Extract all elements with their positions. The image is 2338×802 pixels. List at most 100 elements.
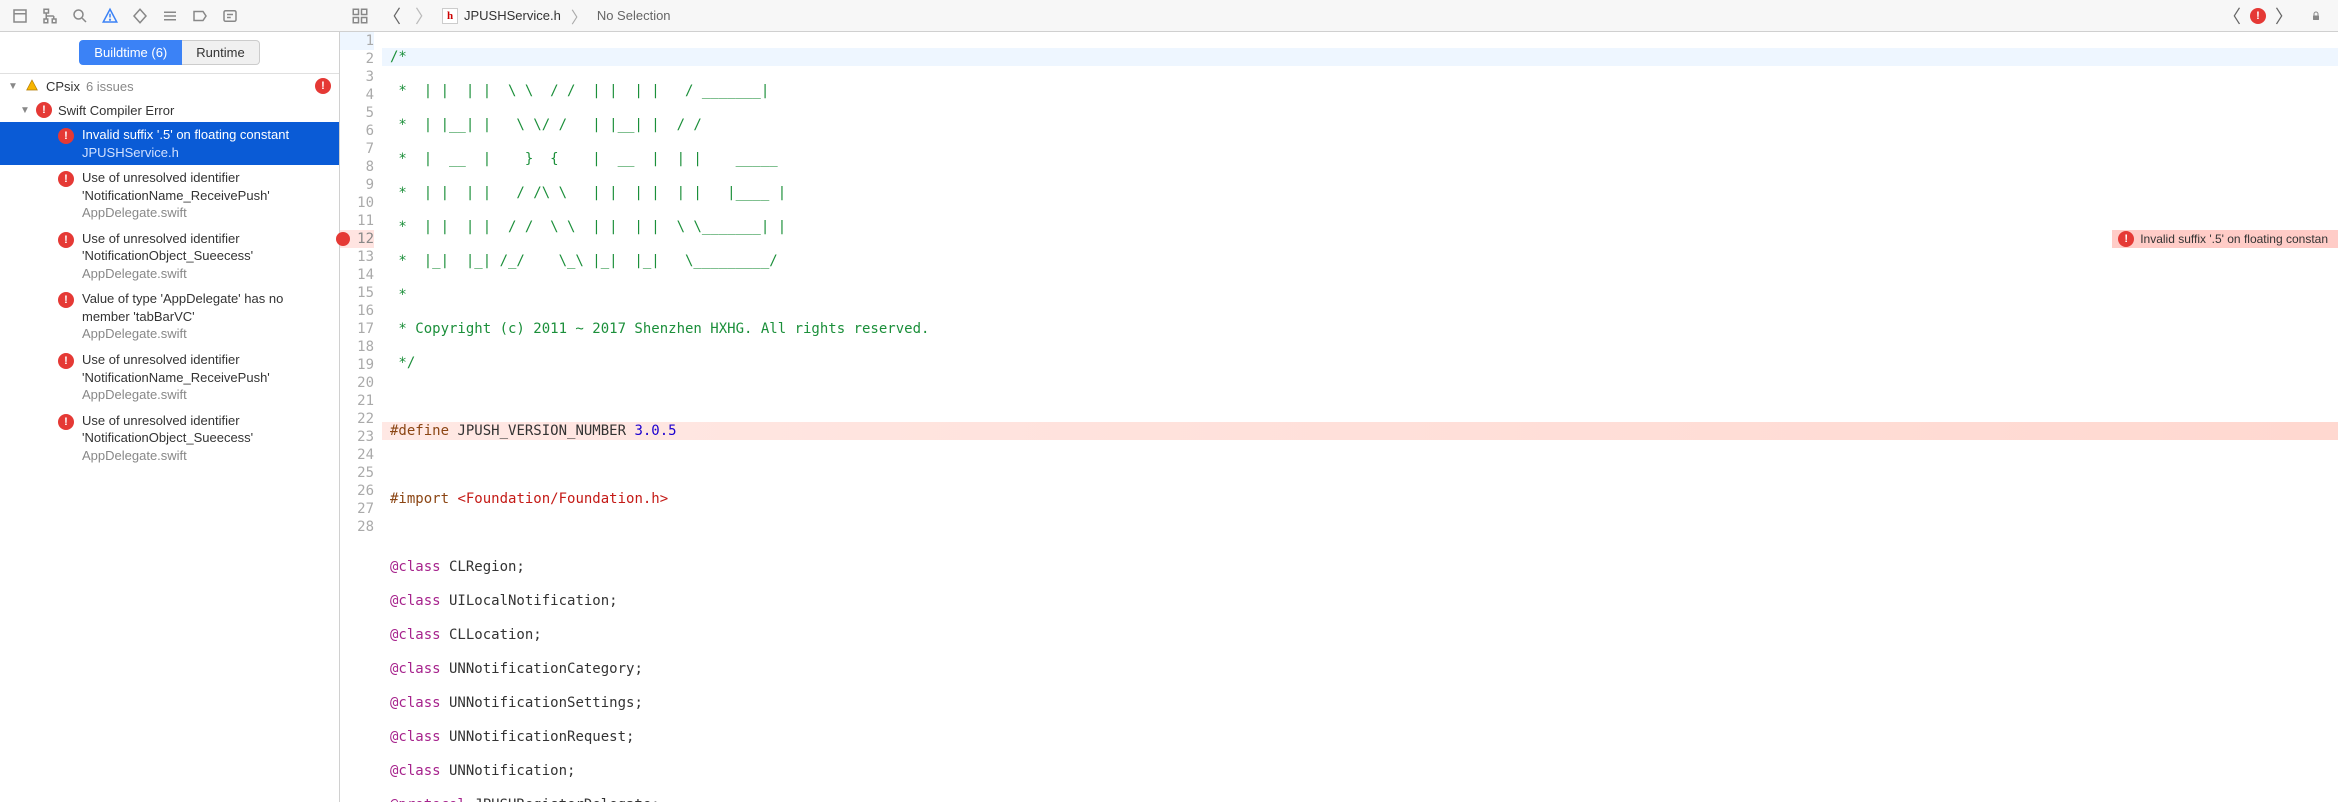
disclosure-triangle-icon[interactable]: ▼ xyxy=(8,81,18,92)
issue-item[interactable]: ! Use of unresolved identifier 'Notificat… xyxy=(0,408,339,469)
inline-error-text: Invalid suffix '.5' on floating constan xyxy=(2140,232,2328,246)
error-icon: ! xyxy=(36,102,52,118)
error-icon: ! xyxy=(2118,231,2134,247)
issue-item[interactable]: ! Use of unresolved identifier 'Notificat… xyxy=(0,347,339,408)
issue-tree: ▼ CPsix 6 issues ! ▼ ! Swift Compiler Er… xyxy=(0,74,339,802)
line-number: 11 xyxy=(340,212,374,230)
buildtime-tab[interactable]: Buildtime (6) xyxy=(79,40,182,65)
prev-issue-button[interactable]: 〈 xyxy=(2218,4,2246,28)
issue-item[interactable]: ! Use of unresolved identifier 'Notificat… xyxy=(0,226,339,287)
issue-file: JPUSHService.h xyxy=(82,144,289,162)
nav-breakpoints-icon[interactable] xyxy=(186,4,214,28)
issue-file: AppDelegate.swift xyxy=(82,325,331,343)
issue-file: AppDelegate.swift xyxy=(82,386,331,404)
nav-search-icon[interactable] xyxy=(66,4,94,28)
issue-message: Use of unresolved identifier 'Notificati… xyxy=(82,412,331,447)
nav-back-button[interactable]: 〈 xyxy=(378,4,406,28)
issue-message: Use of unresolved identifier 'Notificati… xyxy=(82,169,331,204)
nav-hierarchy-icon[interactable] xyxy=(36,4,64,28)
line-number: 6 xyxy=(340,122,374,140)
code-line: * | | | | / / \ \ | | | | \ \_______| | xyxy=(390,219,786,235)
code-area[interactable]: /* * | | | | \ \ / / | | | | / _______| … xyxy=(382,32,2338,802)
code-line: * | __ | } { | __ | | | _____ xyxy=(390,151,778,167)
line-number: 25 xyxy=(340,464,374,482)
line-number: 10 xyxy=(340,194,374,212)
code-line: * | |__| | \ \/ / | |__| | / / xyxy=(390,117,702,133)
error-icon: ! xyxy=(58,232,74,248)
group-title: Swift Compiler Error xyxy=(58,103,174,118)
code-line: /* xyxy=(390,49,407,65)
disclosure-triangle-icon[interactable]: ▼ xyxy=(20,105,30,116)
code-line: * | | | | / /\ \ | | | | | | |____ | xyxy=(390,185,786,201)
line-number: 15 xyxy=(340,284,374,302)
issue-count: 6 issues xyxy=(86,79,134,94)
line-number: 5 xyxy=(340,104,374,122)
nav-tests-icon[interactable] xyxy=(126,4,154,28)
line-number: 12 xyxy=(340,230,374,248)
error-indicator-icon[interactable]: ! xyxy=(2250,8,2266,24)
issue-file: AppDelegate.swift xyxy=(82,265,331,283)
line-number: 13 xyxy=(340,248,374,266)
error-icon: ! xyxy=(58,292,74,308)
runtime-tab[interactable]: Runtime xyxy=(182,40,259,65)
error-icon: ! xyxy=(58,128,74,144)
error-icon: ! xyxy=(58,414,74,430)
nav-issues-icon[interactable] xyxy=(96,4,124,28)
breadcrumb-selection: No Selection xyxy=(597,8,671,23)
issue-message: Use of unresolved identifier 'Notificati… xyxy=(82,230,331,265)
issues-sidebar: Buildtime (6) Runtime ▼ CPsix 6 issues !… xyxy=(0,32,340,802)
inline-error-banner[interactable]: ! Invalid suffix '.5' on floating consta… xyxy=(2112,230,2338,248)
issue-item[interactable]: ! Value of type 'AppDelegate' has no memb… xyxy=(0,286,339,347)
line-number: 14 xyxy=(340,266,374,284)
project-name: CPsix xyxy=(46,79,80,94)
nav-files-icon[interactable] xyxy=(6,4,34,28)
line-number: 18 xyxy=(340,338,374,356)
line-number: 7 xyxy=(340,140,374,158)
issue-item[interactable]: ! Use of unresolved identifier 'Notificat… xyxy=(0,165,339,226)
code-editor[interactable]: 1234567891011121314151617181920212223242… xyxy=(340,32,2338,802)
breadcrumb-file: JPUSHService.h xyxy=(464,8,561,23)
project-error-badge: ! xyxy=(315,78,331,94)
nav-logs-icon[interactable] xyxy=(216,4,244,28)
line-number: 20 xyxy=(340,374,374,392)
line-number: 8 xyxy=(340,158,374,176)
lock-icon[interactable] xyxy=(2302,4,2330,28)
error-line[interactable]: #define JPUSH_VERSION_NUMBER 3.0.5 xyxy=(382,422,2338,440)
line-number: 28 xyxy=(340,518,374,536)
line-number: 23 xyxy=(340,428,374,446)
line-number: 4 xyxy=(340,86,374,104)
issue-message: Invalid suffix '.5' on floating constant xyxy=(82,126,289,144)
nav-forward-button[interactable]: 〉 xyxy=(410,4,438,28)
line-number: 1 xyxy=(340,32,374,50)
line-number: 17 xyxy=(340,320,374,338)
line-number: 27 xyxy=(340,500,374,518)
issue-message: Use of unresolved identifier 'Notificati… xyxy=(82,351,331,386)
error-icon: ! xyxy=(58,353,74,369)
issue-file: AppDelegate.swift xyxy=(82,447,331,465)
line-number: 19 xyxy=(340,356,374,374)
issue-group-row[interactable]: ▼ ! Swift Compiler Error xyxy=(0,98,339,122)
breadcrumb[interactable]: h JPUSHService.h 〉 No Selection xyxy=(442,4,671,28)
code-line: */ xyxy=(390,355,415,371)
header-file-icon: h xyxy=(442,8,458,24)
line-number: 22 xyxy=(340,410,374,428)
code-line: * | | | | \ \ / / | | | | / _______| xyxy=(390,83,769,99)
related-items-icon[interactable] xyxy=(346,4,374,28)
line-number: 2 xyxy=(340,50,374,68)
segmented-control: Buildtime (6) Runtime xyxy=(0,32,339,74)
line-number: 3 xyxy=(340,68,374,86)
line-number: 24 xyxy=(340,446,374,464)
project-row[interactable]: ▼ CPsix 6 issues ! xyxy=(0,74,339,98)
line-number: 9 xyxy=(340,176,374,194)
issue-file: AppDelegate.swift xyxy=(82,204,331,222)
code-line: * |_| |_| /_/ \_\ |_| |_| \_________/ xyxy=(390,253,778,269)
code-line: * xyxy=(390,287,407,303)
issue-message: Value of type 'AppDelegate' has no membe… xyxy=(82,290,331,325)
line-number: 16 xyxy=(340,302,374,320)
next-issue-button[interactable]: 〉 xyxy=(2270,4,2298,28)
nav-debug-icon[interactable] xyxy=(156,4,184,28)
error-icon: ! xyxy=(58,171,74,187)
line-gutter: 1234567891011121314151617181920212223242… xyxy=(340,32,382,802)
line-number: 26 xyxy=(340,482,374,500)
issue-item[interactable]: ! Invalid suffix '.5' on floating constan… xyxy=(0,122,339,165)
